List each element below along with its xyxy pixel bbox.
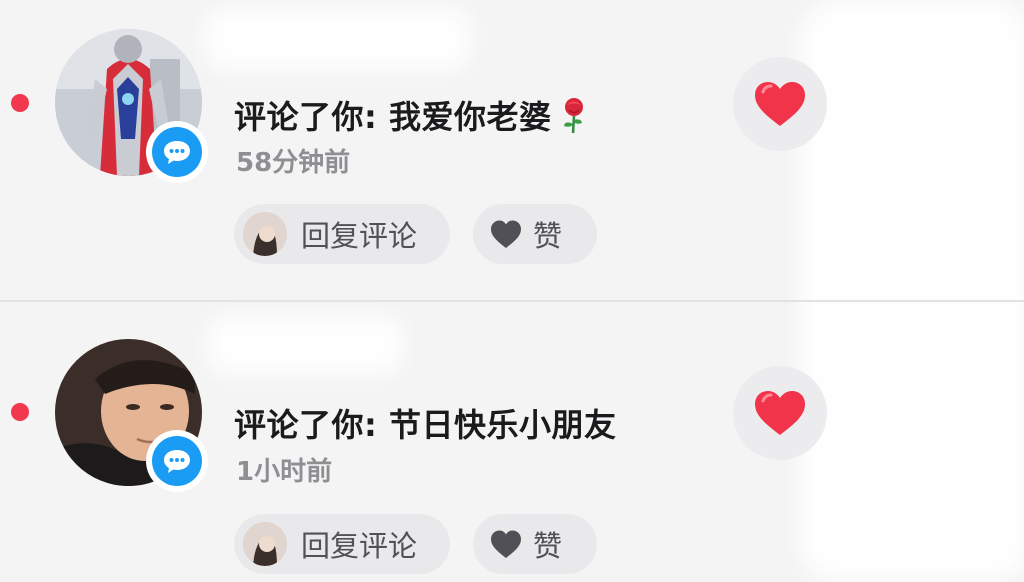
comment-text: 评论了你: 我爱你老婆 (234, 92, 589, 142)
heart-outline-icon (489, 219, 523, 249)
like-label: 赞 (533, 219, 563, 253)
my-avatar (243, 522, 287, 566)
heart-icon (755, 391, 805, 435)
reply-label: 回复评论 (301, 529, 418, 563)
timestamp: 1小时前 (236, 457, 333, 487)
comment-badge (146, 430, 208, 492)
comment-badge (146, 121, 208, 183)
reply-comment-button[interactable]: 回复评论 (234, 514, 450, 574)
notification-item[interactable]: 评论了你: 我爱你老婆 58分钟前 回复评论 赞 (0, 0, 1024, 300)
comment-text: 评论了你: 节日快乐小朋友 (234, 406, 617, 444)
notification-item[interactable]: 评论了你: 节日快乐小朋友 1小时前 回复评论 赞 (0, 302, 1024, 582)
reply-label: 回复评论 (301, 219, 418, 253)
like-label: 赞 (533, 529, 563, 563)
comment-badge-icon (164, 141, 190, 164)
unread-dot (11, 403, 29, 421)
heart-icon (755, 82, 805, 126)
like-button[interactable]: 赞 (473, 514, 597, 574)
comment-badge-icon (164, 450, 190, 473)
like-button[interactable]: 赞 (473, 204, 597, 264)
unread-dot (11, 94, 29, 112)
reply-comment-button[interactable]: 回复评论 (234, 204, 450, 264)
like-comment-button[interactable] (733, 57, 827, 151)
timestamp: 58分钟前 (236, 148, 351, 178)
my-avatar (243, 212, 287, 256)
heart-outline-icon (489, 529, 523, 559)
rose-emoji (559, 96, 589, 142)
like-comment-button[interactable] (733, 366, 827, 460)
